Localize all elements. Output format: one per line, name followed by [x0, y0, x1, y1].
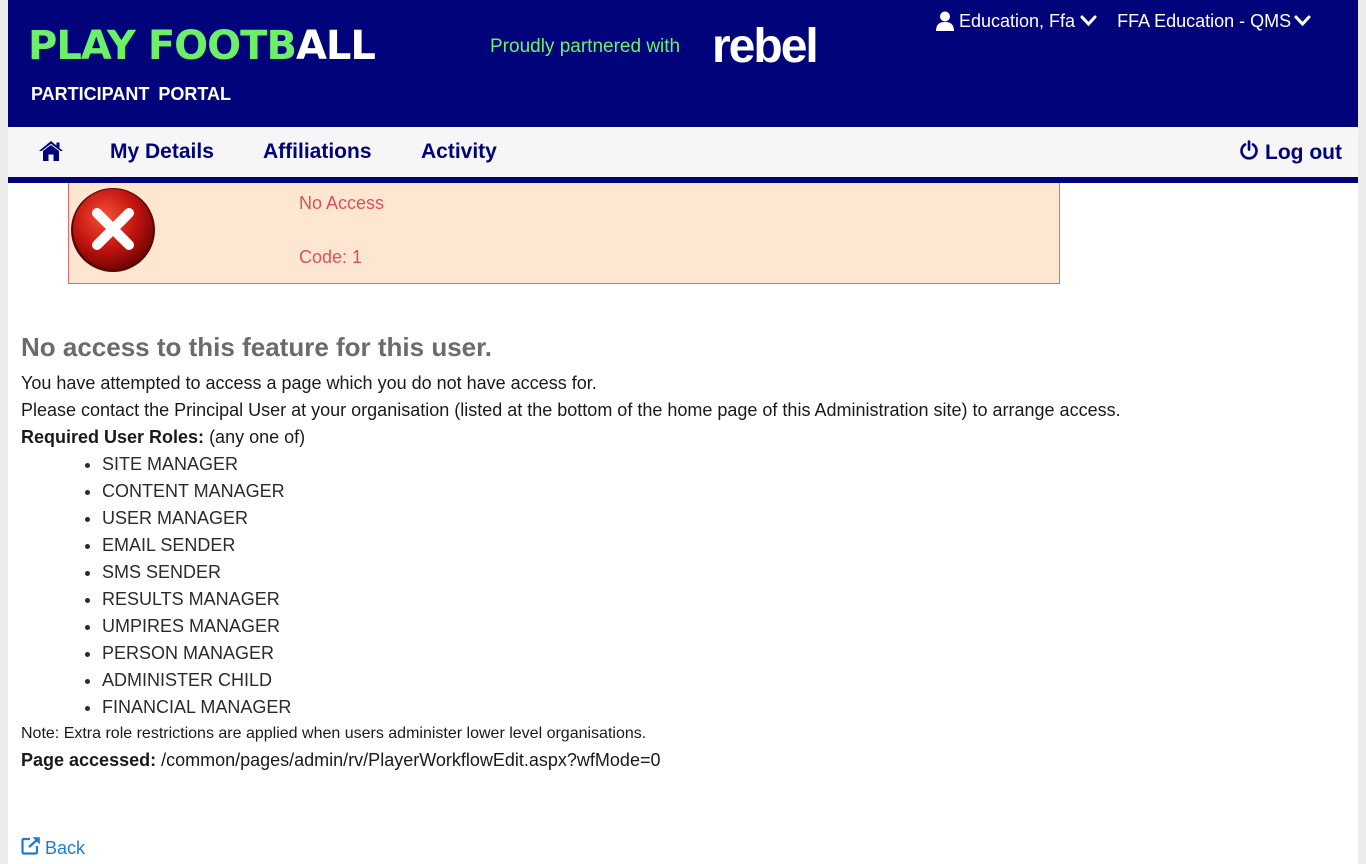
portal-subtitle: PARTICIPANT PORTAL — [31, 84, 231, 104]
chevron-down-icon — [1080, 15, 1097, 27]
nav-my-details[interactable]: My Details — [110, 140, 214, 164]
header-account-menus: Education, Ffa FFA Education - QMS — [936, 9, 1311, 33]
user-menu[interactable]: Education, Ffa — [936, 11, 1097, 32]
list-item: RESULTS MANAGER — [102, 586, 1321, 613]
play-football-logo[interactable]: PLAY FOOTBALL — [28, 22, 376, 70]
list-item: SMS SENDER — [102, 559, 1321, 586]
error-icon — [69, 186, 157, 279]
list-item: SITE MANAGER — [102, 451, 1321, 478]
organisation-menu-label: FFA Education - QMS — [1117, 10, 1292, 31]
power-icon — [1239, 140, 1259, 166]
list-item: USER MANAGER — [102, 505, 1321, 532]
page: PLAY FOOTBALL PARTICIPANT PORTAL Proudly… — [8, 0, 1358, 864]
nav-activity[interactable]: Activity — [421, 140, 497, 164]
list-item: UMPIRES MANAGER — [102, 613, 1321, 640]
rebel-logo: rebel — [712, 20, 819, 73]
contact-instructions: Please contact the Principal User at you… — [21, 400, 1121, 420]
main-nav: My Details Affiliations Activity Log out — [8, 127, 1358, 183]
page-accessed: Page accessed: /common/pages/admin/rv/Pl… — [21, 747, 1321, 773]
alert-title: No Access — [299, 193, 385, 213]
back-link[interactable]: Back — [21, 836, 85, 860]
list-item: FINANCIAL MANAGER — [102, 694, 1321, 721]
alert-code: Code: 1 — [299, 247, 363, 267]
error-alert: No Access Code: 1 — [68, 183, 1060, 284]
logout-button[interactable]: Log out — [1239, 140, 1342, 166]
home-icon[interactable] — [38, 140, 64, 167]
main-content: No access to this feature for this user.… — [21, 330, 1321, 773]
chevron-down-icon — [1294, 15, 1311, 27]
list-item: EMAIL SENDER — [102, 532, 1321, 559]
scrollbar[interactable] — [1358, 0, 1366, 864]
explanation-line: You have attempted to access a page whic… — [21, 373, 597, 393]
list-item: CONTENT MANAGER — [102, 478, 1321, 505]
page-accessed-label: Page accessed: — [21, 750, 157, 770]
page-accessed-value: /common/pages/admin/rv/PlayerWorkflowEdi… — [156, 750, 661, 770]
nav-affiliations[interactable]: Affiliations — [263, 140, 372, 164]
list-item: PERSON MANAGER — [102, 640, 1321, 667]
external-link-icon — [21, 836, 41, 860]
partner-text: Proudly partnered with — [490, 36, 681, 57]
roles-list: SITE MANAGER CONTENT MANAGER USER MANAGE… — [21, 451, 1321, 721]
list-item: ADMINISTER CHILD — [102, 667, 1321, 694]
site-header: PLAY FOOTBALL PARTICIPANT PORTAL Proudly… — [8, 0, 1358, 127]
roles-qualifier: (any one of) — [204, 427, 306, 447]
user-icon — [936, 11, 954, 31]
logout-label: Log out — [1265, 141, 1342, 164]
page-title: No access to this feature for this user. — [21, 332, 493, 362]
restriction-note: Note: Extra role restrictions are applie… — [21, 725, 647, 742]
organisation-menu[interactable]: FFA Education - QMS — [1117, 11, 1311, 32]
user-menu-label: Education, Ffa — [959, 10, 1076, 31]
required-roles-heading: Required User Roles: (any one of) — [21, 424, 1321, 451]
roles-label: Required User Roles: — [21, 427, 205, 447]
back-label: Back — [45, 837, 86, 858]
